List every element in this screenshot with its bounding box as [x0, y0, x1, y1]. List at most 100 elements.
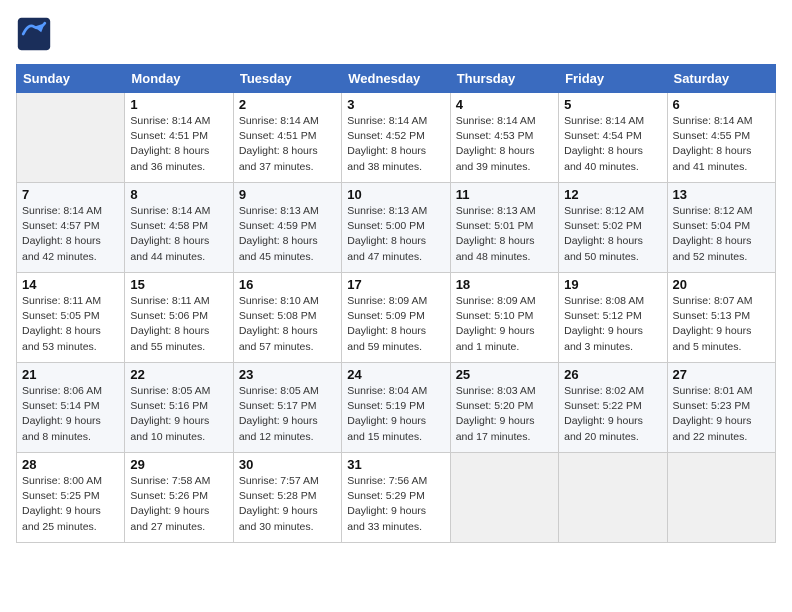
day-detail: Sunrise: 8:14 AMSunset: 4:58 PMDaylight:…	[130, 204, 227, 265]
day-number: 22	[130, 367, 227, 382]
day-detail: Sunrise: 8:06 AMSunset: 5:14 PMDaylight:…	[22, 384, 119, 445]
day-number: 15	[130, 277, 227, 292]
day-cell: 18 Sunrise: 8:09 AMSunset: 5:10 PMDayligh…	[450, 273, 558, 363]
logo-icon	[16, 16, 52, 52]
day-number: 25	[456, 367, 553, 382]
day-number: 10	[347, 187, 444, 202]
day-detail: Sunrise: 8:13 AMSunset: 4:59 PMDaylight:…	[239, 204, 336, 265]
day-cell	[667, 453, 775, 543]
day-detail: Sunrise: 8:04 AMSunset: 5:19 PMDaylight:…	[347, 384, 444, 445]
day-detail: Sunrise: 8:11 AMSunset: 5:05 PMDaylight:…	[22, 294, 119, 355]
day-detail: Sunrise: 8:02 AMSunset: 5:22 PMDaylight:…	[564, 384, 661, 445]
week-row-3: 14Sunrise: 8:11 AMSunset: 5:05 PMDayligh…	[17, 273, 776, 363]
day-detail: Sunrise: 8:14 AMSunset: 4:52 PMDaylight:…	[347, 114, 444, 175]
week-row-5: 28Sunrise: 8:00 AMSunset: 5:25 PMDayligh…	[17, 453, 776, 543]
day-number: 21	[22, 367, 119, 382]
day-cell: 17 Sunrise: 8:09 AMSunset: 5:09 PMDayligh…	[342, 273, 450, 363]
day-cell: 24 Sunrise: 8:04 AMSunset: 5:19 PMDayligh…	[342, 363, 450, 453]
col-saturday: Saturday	[667, 65, 775, 93]
day-cell: 3 Sunrise: 8:14 AMSunset: 4:52 PMDaylight…	[342, 93, 450, 183]
day-cell: 29 Sunrise: 7:58 AMSunset: 5:26 PMDayligh…	[125, 453, 233, 543]
day-detail: Sunrise: 8:05 AMSunset: 5:16 PMDaylight:…	[130, 384, 227, 445]
day-cell: 26 Sunrise: 8:02 AMSunset: 5:22 PMDayligh…	[559, 363, 667, 453]
day-detail: Sunrise: 8:05 AMSunset: 5:17 PMDaylight:…	[239, 384, 336, 445]
day-detail: Sunrise: 8:11 AMSunset: 5:06 PMDaylight:…	[130, 294, 227, 355]
day-cell: 16Sunrise: 8:10 AMSunset: 5:08 PMDayligh…	[233, 273, 341, 363]
day-cell: 20 Sunrise: 8:07 AMSunset: 5:13 PMDayligh…	[667, 273, 775, 363]
day-detail: Sunrise: 8:00 AMSunset: 5:25 PMDaylight:…	[22, 474, 119, 535]
day-number: 31	[347, 457, 444, 472]
day-cell: 25 Sunrise: 8:03 AMSunset: 5:20 PMDayligh…	[450, 363, 558, 453]
day-number: 18	[456, 277, 553, 292]
day-cell: 19 Sunrise: 8:08 AMSunset: 5:12 PMDayligh…	[559, 273, 667, 363]
day-detail: Sunrise: 8:14 AMSunset: 4:57 PMDaylight:…	[22, 204, 119, 265]
day-number: 17	[347, 277, 444, 292]
day-cell: 22 Sunrise: 8:05 AMSunset: 5:16 PMDayligh…	[125, 363, 233, 453]
logo	[16, 16, 56, 52]
day-cell: 12Sunrise: 8:12 AMSunset: 5:02 PMDayligh…	[559, 183, 667, 273]
day-cell: 1 Sunrise: 8:14 AMSunset: 4:51 PMDaylight…	[125, 93, 233, 183]
day-detail: Sunrise: 7:58 AMSunset: 5:26 PMDaylight:…	[130, 474, 227, 535]
day-cell: 13 Sunrise: 8:12 AMSunset: 5:04 PMDayligh…	[667, 183, 775, 273]
day-number: 9	[239, 187, 336, 202]
day-number: 1	[130, 97, 227, 112]
day-number: 11	[456, 187, 553, 202]
header	[16, 16, 776, 52]
col-friday: Friday	[559, 65, 667, 93]
day-detail: Sunrise: 7:57 AMSunset: 5:28 PMDaylight:…	[239, 474, 336, 535]
day-cell: 15 Sunrise: 8:11 AMSunset: 5:06 PMDayligh…	[125, 273, 233, 363]
day-number: 26	[564, 367, 661, 382]
day-detail: Sunrise: 8:14 AMSunset: 4:55 PMDaylight:…	[673, 114, 770, 175]
day-number: 24	[347, 367, 444, 382]
day-number: 3	[347, 97, 444, 112]
day-cell: 4Sunrise: 8:14 AMSunset: 4:53 PMDaylight…	[450, 93, 558, 183]
day-cell: 28Sunrise: 8:00 AMSunset: 5:25 PMDayligh…	[17, 453, 125, 543]
day-detail: Sunrise: 8:13 AMSunset: 5:01 PMDaylight:…	[456, 204, 553, 265]
day-cell: 7 Sunrise: 8:14 AMSunset: 4:57 PMDaylight…	[17, 183, 125, 273]
day-detail: Sunrise: 8:14 AMSunset: 4:51 PMDaylight:…	[239, 114, 336, 175]
day-number: 23	[239, 367, 336, 382]
header-row: Sunday Monday Tuesday Wednesday Thursday…	[17, 65, 776, 93]
day-number: 20	[673, 277, 770, 292]
day-cell: 10Sunrise: 8:13 AMSunset: 5:00 PMDayligh…	[342, 183, 450, 273]
day-detail: Sunrise: 8:01 AMSunset: 5:23 PMDaylight:…	[673, 384, 770, 445]
day-cell: 14Sunrise: 8:11 AMSunset: 5:05 PMDayligh…	[17, 273, 125, 363]
day-cell: 27 Sunrise: 8:01 AMSunset: 5:23 PMDayligh…	[667, 363, 775, 453]
calendar-table: Sunday Monday Tuesday Wednesday Thursday…	[16, 64, 776, 543]
day-number: 5	[564, 97, 661, 112]
day-cell	[450, 453, 558, 543]
day-detail: Sunrise: 8:12 AMSunset: 5:04 PMDaylight:…	[673, 204, 770, 265]
day-cell: 8 Sunrise: 8:14 AMSunset: 4:58 PMDaylight…	[125, 183, 233, 273]
day-detail: Sunrise: 7:56 AMSunset: 5:29 PMDaylight:…	[347, 474, 444, 535]
day-cell: 23 Sunrise: 8:05 AMSunset: 5:17 PMDayligh…	[233, 363, 341, 453]
day-detail: Sunrise: 8:14 AMSunset: 4:51 PMDaylight:…	[130, 114, 227, 175]
day-cell: 9 Sunrise: 8:13 AMSunset: 4:59 PMDaylight…	[233, 183, 341, 273]
day-number: 29	[130, 457, 227, 472]
day-cell: 2 Sunrise: 8:14 AMSunset: 4:51 PMDaylight…	[233, 93, 341, 183]
day-cell: 31 Sunrise: 7:56 AMSunset: 5:29 PMDayligh…	[342, 453, 450, 543]
week-row-4: 21 Sunrise: 8:06 AMSunset: 5:14 PMDayligh…	[17, 363, 776, 453]
day-number: 13	[673, 187, 770, 202]
day-detail: Sunrise: 8:09 AMSunset: 5:09 PMDaylight:…	[347, 294, 444, 355]
day-number: 30	[239, 457, 336, 472]
day-number: 12	[564, 187, 661, 202]
col-tuesday: Tuesday	[233, 65, 341, 93]
col-wednesday: Wednesday	[342, 65, 450, 93]
day-detail: Sunrise: 8:03 AMSunset: 5:20 PMDaylight:…	[456, 384, 553, 445]
day-cell: 11 Sunrise: 8:13 AMSunset: 5:01 PMDayligh…	[450, 183, 558, 273]
week-row-1: 1 Sunrise: 8:14 AMSunset: 4:51 PMDaylight…	[17, 93, 776, 183]
day-number: 27	[673, 367, 770, 382]
day-cell: 6 Sunrise: 8:14 AMSunset: 4:55 PMDaylight…	[667, 93, 775, 183]
col-sunday: Sunday	[17, 65, 125, 93]
day-detail: Sunrise: 8:07 AMSunset: 5:13 PMDaylight:…	[673, 294, 770, 355]
day-detail: Sunrise: 8:08 AMSunset: 5:12 PMDaylight:…	[564, 294, 661, 355]
week-row-2: 7 Sunrise: 8:14 AMSunset: 4:57 PMDaylight…	[17, 183, 776, 273]
day-cell: 30 Sunrise: 7:57 AMSunset: 5:28 PMDayligh…	[233, 453, 341, 543]
day-number: 7	[22, 187, 119, 202]
day-number: 2	[239, 97, 336, 112]
day-number: 8	[130, 187, 227, 202]
day-number: 19	[564, 277, 661, 292]
day-number: 16	[239, 277, 336, 292]
day-number: 6	[673, 97, 770, 112]
day-detail: Sunrise: 8:09 AMSunset: 5:10 PMDaylight:…	[456, 294, 553, 355]
